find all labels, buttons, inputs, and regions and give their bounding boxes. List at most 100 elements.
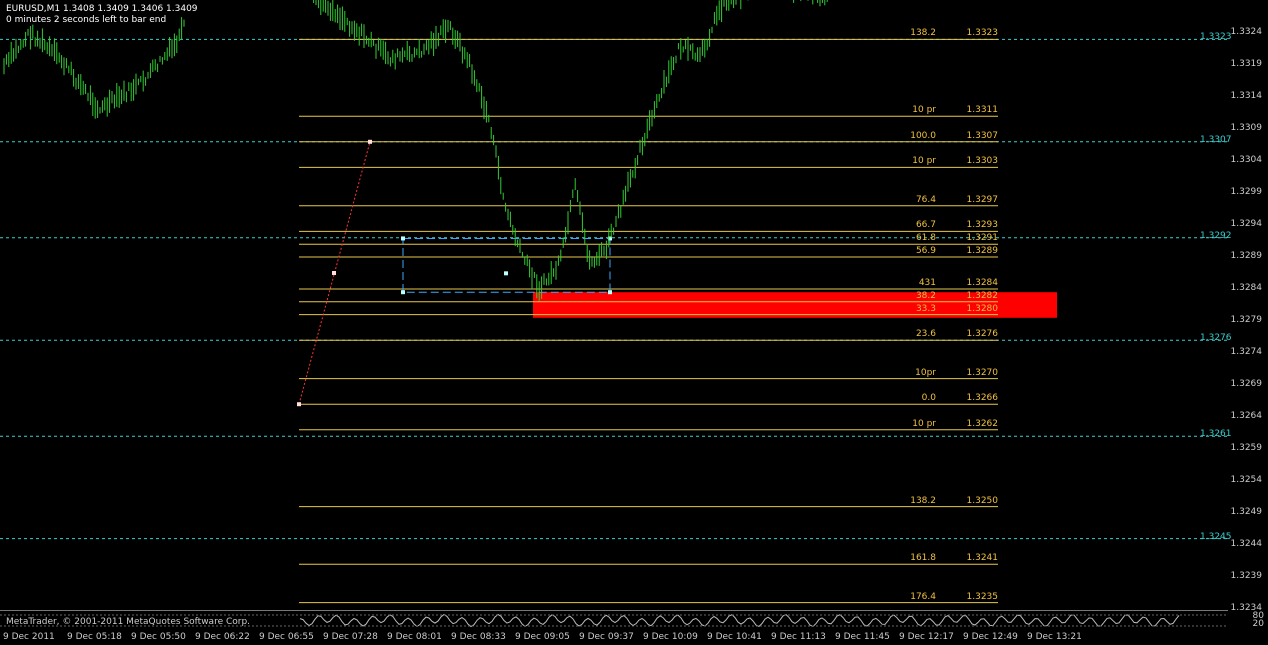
trendline-anchor[interactable] xyxy=(368,139,372,144)
fib-pct: 10 pr xyxy=(912,105,936,116)
cyan-level-label: 1.3276 xyxy=(1200,333,1232,344)
oscillator-line xyxy=(299,613,1180,628)
fib-level-label: 100.0 1.3307 xyxy=(880,131,998,141)
fib-pct: 10 pr xyxy=(912,418,936,429)
time-axis-label: 9 Dec 12:49 xyxy=(963,632,1018,642)
fib-price: 1.3270 xyxy=(966,367,999,378)
price-axis-label: 1.3234 xyxy=(1230,603,1263,613)
price-axis-label: 1.3239 xyxy=(1230,571,1263,581)
price-axis-label: 1.3299 xyxy=(1230,187,1263,197)
bar-timer: 0 minutes 2 seconds left to bar end xyxy=(6,15,167,25)
fib-level-label: 10pr 1.3270 xyxy=(880,368,998,378)
selection-handle[interactable] xyxy=(608,290,612,295)
time-axis-label: 9 Dec 06:55 xyxy=(259,632,314,642)
price-axis-label: 1.3289 xyxy=(1230,251,1263,261)
fib-price: 1.3284 xyxy=(966,278,999,288)
time-axis-label: 9 Dec 09:05 xyxy=(515,632,570,642)
fib-price: 1.3266 xyxy=(966,393,999,404)
fib-level-label: 10 pr 1.3303 xyxy=(880,156,998,166)
fib-price: 1.3291 xyxy=(966,233,999,244)
fib-level-label: 56.9 1.3289 xyxy=(880,246,998,256)
fib-price: 1.3323 xyxy=(966,28,999,39)
time-axis-label: 9 Dec 11:45 xyxy=(835,632,890,642)
time-axis-label: 9 Dec 11:13 xyxy=(771,632,826,642)
trendline-anchor[interactable] xyxy=(297,402,301,407)
chart-area[interactable] xyxy=(0,0,1228,610)
time-axis-label: 9 Dec 2011 xyxy=(3,632,55,642)
price-axis-label: 1.3269 xyxy=(1230,379,1263,389)
sub-scale-low: 20 xyxy=(1252,619,1264,629)
selection-handle[interactable] xyxy=(504,271,508,276)
price-axis-label: 1.3309 xyxy=(1230,123,1263,133)
cyan-level-label: 1.3292 xyxy=(1200,230,1232,241)
fib-price: 1.3241 xyxy=(966,553,999,564)
fib-pct: 138.2 xyxy=(910,28,936,39)
symbol-info: EURUSD,M1 1.3408 1.3409 1.3406 1.3409 xyxy=(6,4,198,14)
time-axis-label: 9 Dec 10:09 xyxy=(643,632,698,642)
fib-pct: 100.0 xyxy=(910,130,936,141)
time-axis-label: 9 Dec 08:01 xyxy=(387,632,442,642)
time-axis-label: 9 Dec 08:33 xyxy=(451,632,506,642)
fib-level-label: 10 pr 1.3311 xyxy=(880,105,998,115)
fib-pct: 161.8 xyxy=(910,553,936,564)
time-axis-label: 9 Dec 12:17 xyxy=(899,632,954,642)
fib-price: 1.3293 xyxy=(966,220,999,231)
time-axis-label: 9 Dec 10:41 xyxy=(707,632,762,642)
fib-level-label: 176.4 1.3235 xyxy=(880,592,998,602)
time-axis-label: 9 Dec 07:28 xyxy=(323,632,378,642)
fib-level-label: 138.2 1.3250 xyxy=(880,496,998,506)
fib-price: 1.3262 xyxy=(966,418,999,429)
price-axis-label: 1.3324 xyxy=(1230,27,1263,37)
price-axis-label: 1.3294 xyxy=(1230,219,1263,229)
time-axis-label: 9 Dec 05:18 xyxy=(67,632,122,642)
cyan-level-label: 1.3261 xyxy=(1200,429,1232,440)
fib-pct: 38.2 xyxy=(915,290,936,301)
fib-pct: 10 pr xyxy=(912,156,936,167)
selection-handle[interactable] xyxy=(401,236,405,241)
fib-price: 1.3280 xyxy=(966,303,999,314)
fib-pct: 76.4 xyxy=(915,194,936,205)
time-axis-label: 9 Dec 06:22 xyxy=(195,632,250,642)
fib-pct: 66.7 xyxy=(915,220,936,231)
time-axis-label: 9 Dec 13:21 xyxy=(1027,632,1082,642)
fib-pct: 23.6 xyxy=(915,329,936,340)
price-axis-label: 1.3259 xyxy=(1230,443,1263,453)
price-axis-label: 1.3254 xyxy=(1230,475,1263,485)
fib-level-label: 138.2 1.3323 xyxy=(880,28,998,38)
fib-pct: 56.9 xyxy=(915,246,936,256)
price-axis-label: 1.3249 xyxy=(1230,507,1263,517)
fib-level-label: 61.8 1.3291 xyxy=(880,233,998,243)
fib-level-label: 10 pr 1.3262 xyxy=(880,419,998,429)
fib-pct: 431 xyxy=(918,278,936,288)
fib-price: 1.3250 xyxy=(966,495,999,506)
candlesticks xyxy=(3,0,828,301)
fib-level-label: 38.2 1.3282 xyxy=(880,291,998,301)
price-chart[interactable] xyxy=(0,0,1228,610)
fib-pct: 33.3 xyxy=(915,303,936,314)
cyan-level-label: 1.3245 xyxy=(1200,531,1232,542)
selection-handle[interactable] xyxy=(401,290,405,295)
fib-price: 1.3307 xyxy=(966,130,999,141)
fib-level-label: 0.0 1.3266 xyxy=(880,393,998,403)
fib-price: 1.3311 xyxy=(966,105,999,116)
fib-pct: 0.0 xyxy=(921,393,936,404)
fib-price: 1.3303 xyxy=(966,156,999,167)
price-axis-label: 1.3319 xyxy=(1230,59,1263,69)
price-axis-label: 1.3244 xyxy=(1230,539,1263,549)
trendline-anchor[interactable] xyxy=(332,271,336,275)
fib-level-label: 33.3 1.3280 xyxy=(880,304,998,314)
cyan-level-label: 1.3307 xyxy=(1200,134,1232,145)
price-axis-label: 1.3279 xyxy=(1230,315,1263,325)
price-axis-label: 1.3304 xyxy=(1230,155,1263,165)
selection-rectangle[interactable] xyxy=(402,237,611,293)
price-axis-label: 1.3274 xyxy=(1230,347,1263,357)
fib-price: 1.3289 xyxy=(966,246,999,256)
fib-price: 1.3297 xyxy=(966,194,999,205)
fib-level-label: 23.6 1.3276 xyxy=(880,329,998,339)
fib-pct: 138.2 xyxy=(910,495,936,506)
cyan-level-label: 1.3323 xyxy=(1200,32,1232,43)
price-axis-label: 1.3314 xyxy=(1230,91,1263,101)
time-axis-label: 9 Dec 05:50 xyxy=(131,632,186,642)
price-axis-label: 1.3284 xyxy=(1230,283,1263,293)
fib-level-label: 161.8 1.3241 xyxy=(880,553,998,563)
